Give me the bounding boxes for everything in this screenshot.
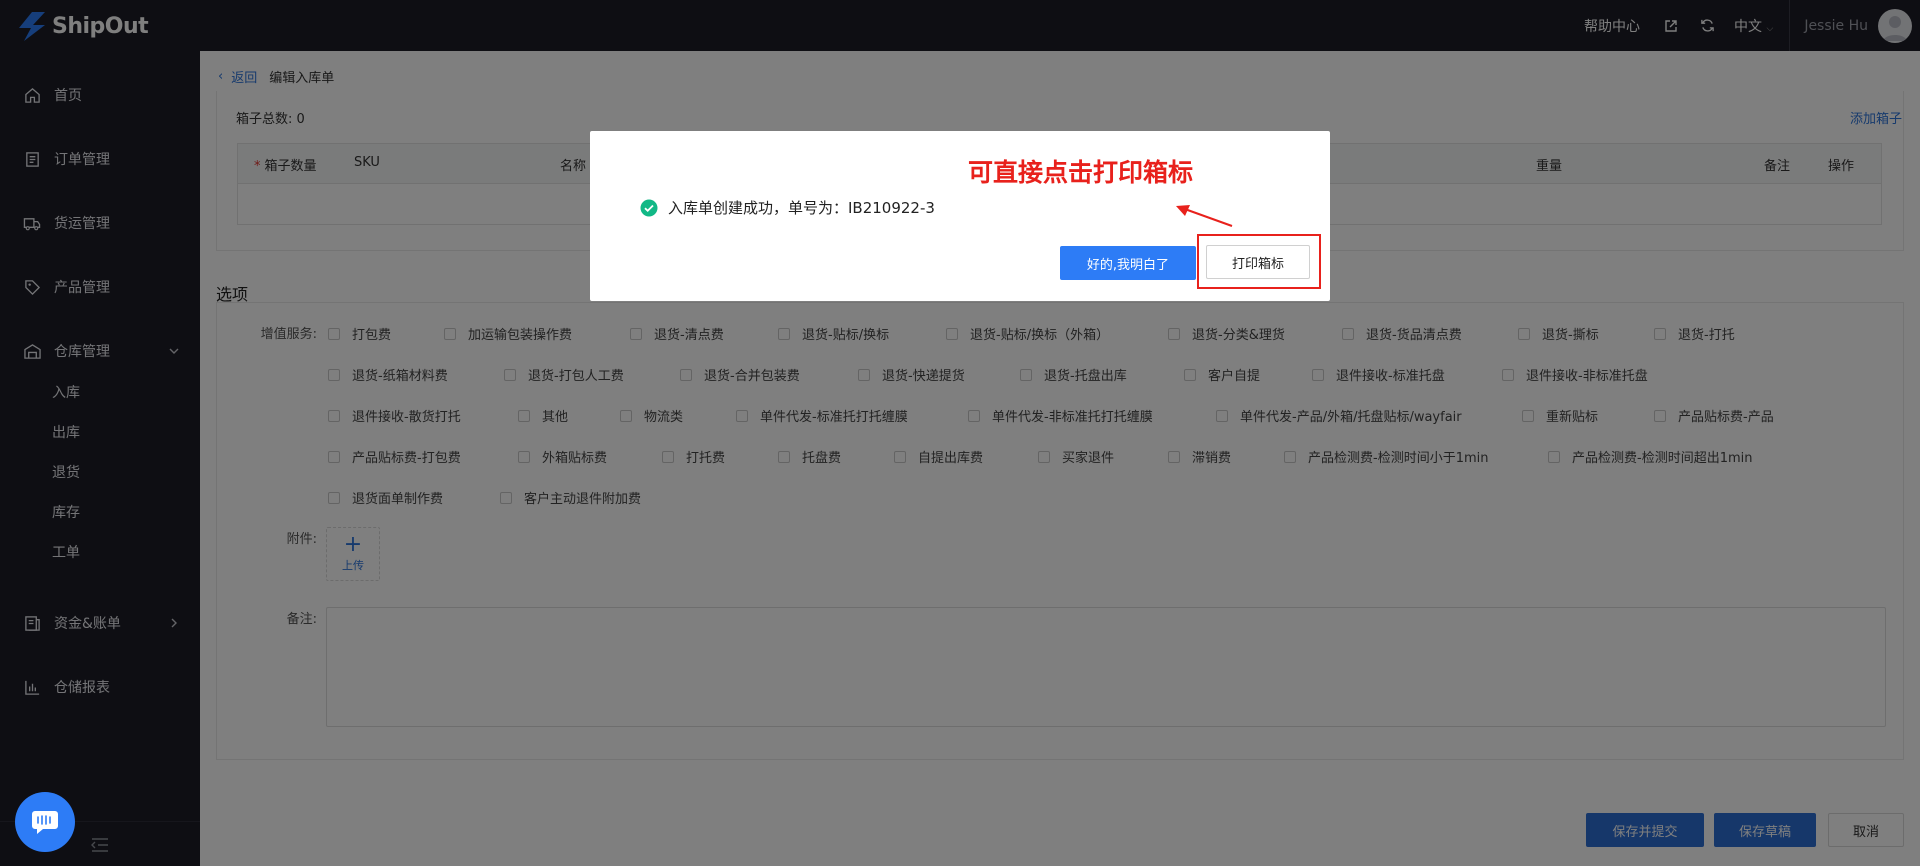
annotation-text: 可直接点击打印箱标: [968, 158, 1194, 187]
chat-icon: [32, 811, 58, 834]
print-box-label-button[interactable]: 打印箱标: [1206, 245, 1310, 279]
ok-button[interactable]: 好的,我明白了: [1060, 246, 1196, 280]
success-message-text: 入库单创建成功，单号为：IB210922-3: [668, 199, 935, 217]
success-dialog: 可直接点击打印箱标 入库单创建成功，单号为：IB210922-3 好的,我明白了…: [590, 131, 1330, 301]
success-message: 入库单创建成功，单号为：IB210922-3: [640, 197, 935, 218]
modal-overlay[interactable]: [0, 0, 1920, 866]
check-circle-icon: [640, 199, 658, 216]
chat-support-button[interactable]: [15, 792, 75, 852]
annotation-arrow: [1176, 205, 1233, 227]
